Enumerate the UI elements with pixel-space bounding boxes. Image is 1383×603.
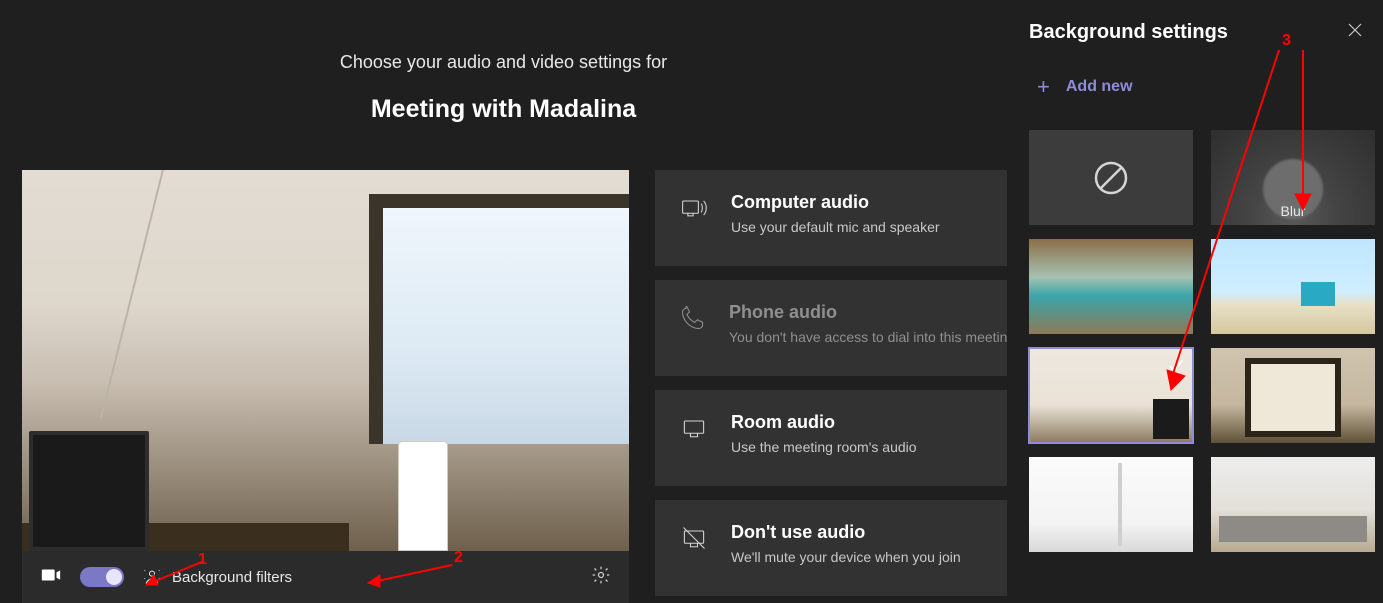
audio-option-computer[interactable]: Computer audio Use your default mic and … (655, 170, 1007, 266)
background-tile-none[interactable] (1029, 130, 1193, 225)
prejoin-subtitle: Choose your audio and video settings for (10, 52, 997, 73)
background-grid: Blur (1029, 130, 1369, 552)
audio-option-title: Don't use audio (731, 522, 961, 543)
none-icon (1091, 158, 1131, 198)
background-tile-image[interactable] (1029, 239, 1193, 334)
audio-option-desc: Use the meeting room's audio (731, 439, 917, 455)
meeting-title: Meeting with Madalina (10, 95, 997, 124)
annotation-arrow-2 (356, 561, 456, 591)
panel-title: Background settings (1029, 21, 1228, 44)
audio-option-title: Room audio (731, 412, 917, 433)
background-filters-label: Background filters (172, 569, 292, 586)
camera-icon (40, 564, 62, 590)
annotation-2: 2 (454, 549, 463, 567)
audio-option-phone: Phone audio You don't have access to dia… (655, 280, 1007, 376)
device-settings-button[interactable] (591, 565, 611, 589)
audio-option-room[interactable]: Room audio Use the meeting room's audio (655, 390, 1007, 486)
background-tile-image[interactable] (1211, 457, 1375, 552)
audio-option-title: Computer audio (731, 192, 940, 213)
background-tile-image-selected[interactable] (1029, 348, 1193, 443)
speaker-icon (679, 192, 709, 222)
audio-option-desc: We'll mute your device when you join (731, 549, 961, 565)
add-new-label: Add new (1066, 78, 1133, 96)
phone-icon (679, 302, 707, 332)
camera-toggle[interactable] (80, 567, 124, 587)
close-icon (1347, 22, 1363, 43)
tile-label: Blur (1211, 203, 1375, 219)
background-tile-image[interactable] (1211, 348, 1375, 443)
video-preview (22, 170, 629, 551)
background-tile-blur[interactable]: Blur (1211, 130, 1375, 225)
plus-icon: + (1037, 74, 1050, 100)
audio-options: Computer audio Use your default mic and … (655, 170, 1007, 603)
background-settings-panel: Background settings + Add new Blur (1007, 0, 1383, 603)
audio-option-desc: You don't have access to dial into this … (729, 329, 1015, 345)
background-tile-image[interactable] (1211, 239, 1375, 334)
audio-option-title: Phone audio (729, 302, 1015, 323)
preview-toolbar: Background filters 1 2 (22, 551, 629, 603)
background-tile-image[interactable] (1029, 457, 1193, 552)
check-icon (1167, 356, 1185, 379)
close-panel-button[interactable] (1341, 18, 1369, 46)
audio-option-none[interactable]: Don't use audio We'll mute your device w… (655, 500, 1007, 596)
audio-option-desc: Use your default mic and speaker (731, 219, 940, 235)
mute-icon (679, 522, 709, 552)
background-filters-button[interactable]: Background filters (142, 567, 292, 587)
video-preview-card: Background filters 1 2 (22, 170, 629, 603)
add-new-background-button[interactable]: + Add new (1037, 74, 1369, 100)
room-icon (679, 412, 709, 442)
